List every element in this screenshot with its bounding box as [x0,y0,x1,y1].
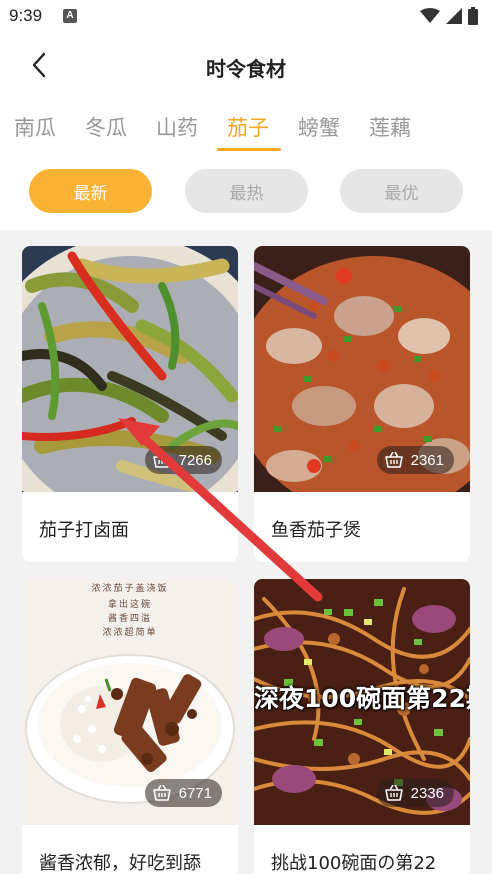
favorites-count: 2361 [410,451,444,469]
recipe-title: 挑战100碗面の第22 [271,853,437,874]
favorites-count: 7266 [178,451,212,469]
tab-lotus-root[interactable]: 莲藕 [369,112,411,142]
favorites-count: 6771 [178,784,212,802]
filter-newest-button[interactable]: 最新 [29,169,152,213]
tab-eggplant[interactable]: 茄子 [227,112,269,142]
page-title: 时令食材 [206,57,286,81]
favorites-badge: 2336 [376,779,454,807]
recipe-image: 2361 [254,246,470,492]
recipe-image: 7266 [22,246,238,492]
recipe-title: 酱香浓郁，好吃到舔 [39,853,201,874]
notification-icon: A [63,9,77,23]
favorites-count: 2336 [410,784,444,802]
recipe-image: 浓浓茄子盖浇饭 拿出这碗 酱香四溢 浓浓超简单 6771 [22,579,238,825]
favorites-badge: 2361 [376,446,454,474]
recipe-card[interactable]: 深夜100碗面第22期 2336 挑战100碗面の第22 [254,579,470,874]
basket-icon [384,452,403,468]
recipe-card[interactable]: 2361 鱼香茄子煲 [254,246,470,562]
basket-icon [152,785,171,801]
status-bar: 9:39 A [0,0,492,34]
tab-pumpkin[interactable]: 南瓜 [14,112,56,142]
basket-icon [384,785,403,801]
tab-winter-melon[interactable]: 冬瓜 [85,112,127,142]
basket-icon [152,452,171,468]
favorites-badge: 6771 [144,779,222,807]
signal-icon [446,8,462,24]
wifi-icon [420,8,440,23]
tab-yam[interactable]: 山药 [156,112,198,142]
recipe-image: 深夜100碗面第22期 2336 [254,579,470,825]
poster-line: 酱香四溢 [107,614,152,624]
video-episode-overlay: 深夜100碗面第22期 [254,684,470,713]
favorites-badge: 7266 [144,446,222,474]
battery-icon [468,7,478,25]
poster-line: 浓浓超简单 [102,628,158,638]
recipe-card[interactable]: 浓浓茄子盖浇饭 拿出这碗 酱香四溢 浓浓超简单 6771 酱香浓郁，好吃到舔 [22,579,238,874]
tab-crab[interactable]: 螃蟹 [298,112,340,142]
recipe-title: 茄子打卤面 [39,520,129,541]
ingredient-tabs: 南瓜 冬瓜 山药 茄子 螃蟹 莲藕 [0,108,492,156]
poster-line: 浓浓茄子盖浇饭 [91,584,169,594]
active-tab-indicator [217,148,281,151]
filter-best-button[interactable]: 最优 [340,169,463,213]
recipe-title: 鱼香茄子煲 [271,520,361,541]
nav-bar: 时令食材 [0,40,492,92]
recipe-card[interactable]: 7266 茄子打卤面 [22,246,238,562]
status-time: 9:39 [9,6,43,25]
poster-line: 拿出这碗 [107,600,152,610]
sort-filters: 最新 最热 最优 [0,169,492,213]
filter-hottest-button[interactable]: 最热 [185,169,308,213]
